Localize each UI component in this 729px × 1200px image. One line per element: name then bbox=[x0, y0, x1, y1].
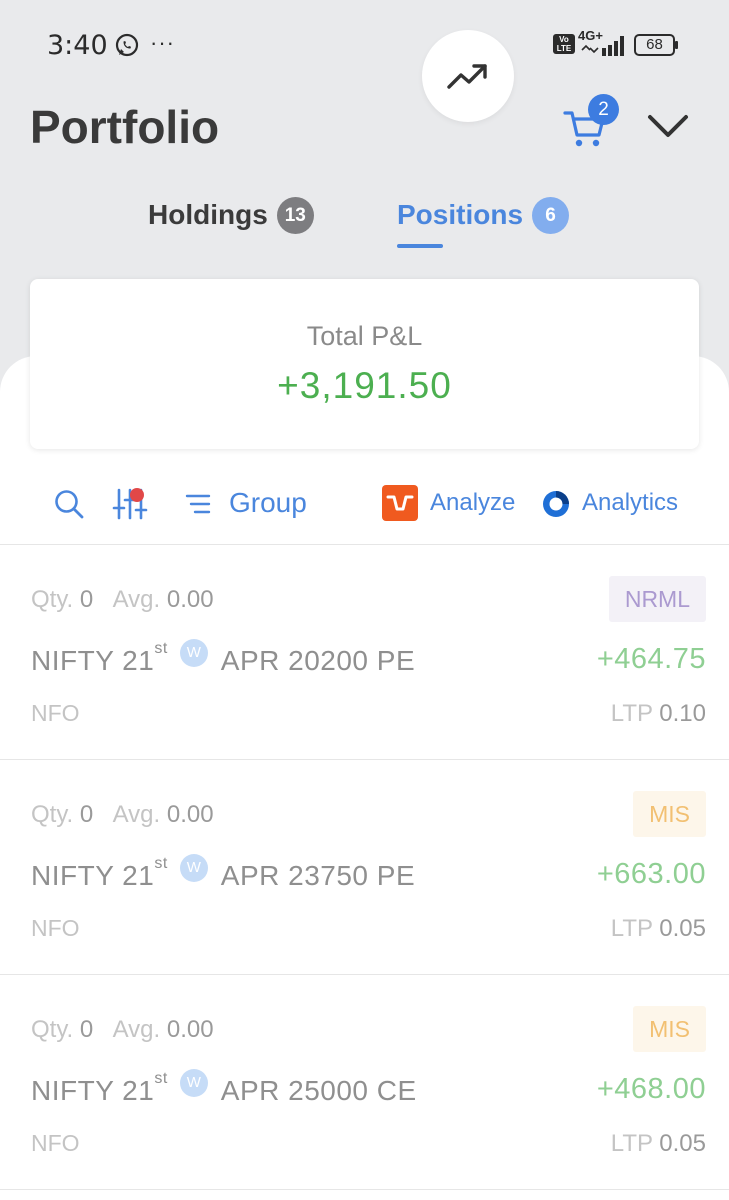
position-row[interactable]: Qty. 0 Avg. 0.00 MIS NIFTY 21st W APR 23… bbox=[0, 760, 729, 975]
status-time: 3:40 bbox=[47, 30, 108, 61]
weekly-expiry-badge: W bbox=[180, 1069, 209, 1097]
tab-holdings-label: Holdings bbox=[148, 199, 268, 230]
ltp-value: 0.10 bbox=[659, 700, 706, 727]
symbol-ordinal: st bbox=[154, 640, 168, 657]
ltp: LTP 0.05 bbox=[611, 915, 706, 943]
total-pnl-card: Total P&L +3,191.50 bbox=[30, 279, 699, 449]
ltp-label: LTP bbox=[610, 1130, 653, 1157]
positions-list: Qty. 0 Avg. 0.00 NRML NIFTY 21st W APR 2… bbox=[0, 545, 729, 1190]
product-type-badge: MIS bbox=[633, 1006, 706, 1052]
position-pnl: +464.75 bbox=[596, 643, 706, 675]
tab-holdings[interactable]: Holdings 13 bbox=[148, 190, 314, 240]
position-pnl: +663.00 bbox=[596, 858, 706, 890]
weekly-expiry-badge: W bbox=[180, 854, 209, 882]
ltp: LTP 0.05 bbox=[611, 1130, 706, 1158]
ltp-label: LTP bbox=[610, 700, 653, 727]
symbol-prefix: NIFTY 21 bbox=[31, 860, 155, 891]
chevron-down-icon[interactable] bbox=[645, 110, 691, 142]
filter-active-indicator bbox=[130, 488, 144, 502]
whatsapp-icon bbox=[115, 33, 139, 57]
signal-icon bbox=[581, 36, 624, 56]
symbol-suffix: APR 20200 PE bbox=[220, 645, 416, 676]
tab-holdings-count: 13 bbox=[276, 196, 314, 234]
active-tab-indicator bbox=[397, 244, 443, 248]
positions-toolbar: Group Analyze Analytics bbox=[0, 470, 729, 544]
group-button[interactable]: Group bbox=[229, 487, 307, 519]
cart-count-badge: 2 bbox=[588, 94, 619, 125]
symbol-suffix: APR 25000 CE bbox=[220, 1075, 417, 1106]
avg-label: Avg. bbox=[112, 801, 161, 828]
market-trend-button[interactable] bbox=[422, 30, 514, 122]
symbol-suffix: APR 23750 PE bbox=[220, 860, 416, 891]
analyze-logo-icon[interactable] bbox=[382, 485, 418, 521]
product-type-badge: MIS bbox=[633, 791, 706, 837]
total-pnl-label: Total P&L bbox=[306, 321, 423, 351]
instrument-symbol: NIFTY 21st W APR 23750 PE bbox=[31, 854, 416, 892]
symbol-prefix: NIFTY 21 bbox=[31, 1075, 155, 1106]
product-type-badge: NRML bbox=[608, 576, 706, 622]
trend-up-icon bbox=[447, 64, 487, 89]
more-notifications-icon: ··· bbox=[150, 30, 175, 55]
avg-value: 0.00 bbox=[166, 586, 214, 613]
instrument-symbol: NIFTY 21st W APR 25000 CE bbox=[31, 1069, 417, 1107]
ltp-label: LTP bbox=[610, 915, 653, 942]
analytics-button[interactable]: Analytics bbox=[582, 489, 678, 517]
avg-label: Avg. bbox=[112, 1016, 161, 1043]
volte-icon: Vo LTE bbox=[553, 34, 575, 54]
qty-value: 0 bbox=[79, 1016, 94, 1043]
analytics-logo-icon[interactable] bbox=[541, 489, 571, 519]
group-icon[interactable] bbox=[185, 492, 211, 516]
battery-icon: 68 bbox=[634, 33, 680, 57]
qty-label: Qty. bbox=[31, 1016, 74, 1043]
avg-value: 0.00 bbox=[166, 1016, 214, 1043]
qty-label: Qty. bbox=[31, 586, 74, 613]
qty-avg: Qty. 0 Avg. 0.00 bbox=[31, 586, 214, 614]
qty-avg: Qty. 0 Avg. 0.00 bbox=[31, 801, 214, 829]
total-pnl-value: +3,191.50 bbox=[277, 365, 452, 406]
qty-label: Qty. bbox=[31, 801, 74, 828]
page-title: Portfolio bbox=[30, 101, 220, 153]
symbol-prefix: NIFTY 21 bbox=[31, 645, 155, 676]
exchange-label: NFO bbox=[31, 1130, 80, 1156]
tab-positions-label: Positions bbox=[397, 199, 524, 230]
qty-value: 0 bbox=[79, 801, 94, 828]
tab-positions-count: 6 bbox=[532, 196, 570, 234]
avg-value: 0.00 bbox=[166, 801, 214, 828]
symbol-ordinal: st bbox=[154, 855, 168, 872]
position-row[interactable]: Qty. 0 Avg. 0.00 MIS NIFTY 21st W APR 25… bbox=[0, 975, 729, 1190]
position-row[interactable]: Qty. 0 Avg. 0.00 NRML NIFTY 21st W APR 2… bbox=[0, 545, 729, 760]
position-pnl: +468.00 bbox=[596, 1073, 706, 1105]
qty-avg: Qty. 0 Avg. 0.00 bbox=[31, 1016, 214, 1044]
exchange-label: NFO bbox=[31, 700, 80, 726]
search-icon[interactable] bbox=[53, 488, 85, 520]
instrument-symbol: NIFTY 21st W APR 20200 PE bbox=[31, 639, 416, 677]
avg-label: Avg. bbox=[112, 586, 161, 613]
exchange-label: NFO bbox=[31, 915, 80, 941]
symbol-ordinal: st bbox=[154, 1070, 168, 1087]
ltp-value: 0.05 bbox=[659, 915, 706, 942]
ltp-value: 0.05 bbox=[659, 1130, 706, 1157]
ltp: LTP 0.10 bbox=[611, 700, 706, 728]
qty-value: 0 bbox=[79, 586, 94, 613]
analyze-button[interactable]: Analyze bbox=[430, 489, 515, 517]
battery-level: 68 bbox=[646, 36, 663, 53]
weekly-expiry-badge: W bbox=[180, 639, 209, 667]
tab-positions[interactable]: Positions 6 bbox=[397, 190, 570, 240]
